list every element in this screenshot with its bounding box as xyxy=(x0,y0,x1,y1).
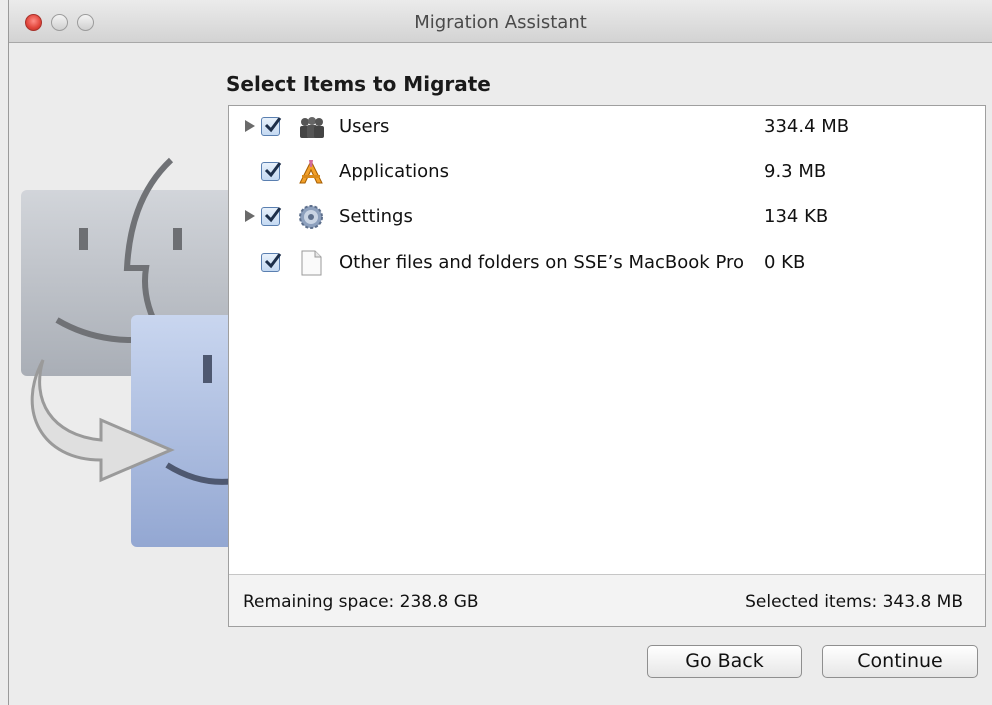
users-checkbox[interactable] xyxy=(261,117,282,136)
document-icon xyxy=(301,250,322,276)
disclosure-triangle-icon[interactable] xyxy=(245,210,255,222)
settings-checkbox[interactable] xyxy=(261,207,282,226)
title-bar[interactable]: Migration Assistant xyxy=(9,0,992,43)
list-item-users[interactable]: Users 334.4 MB xyxy=(229,108,985,148)
item-label: Other files and folders on SSE’s MacBook… xyxy=(339,252,744,273)
item-size: 0 KB xyxy=(764,252,806,273)
item-label: Applications xyxy=(339,161,449,182)
item-size: 334.4 MB xyxy=(764,116,850,137)
settings-gear-icon xyxy=(299,205,323,229)
disclosure-triangle-icon[interactable] xyxy=(245,120,255,132)
selected-items-text: Selected items: 343.8 MB xyxy=(745,592,963,612)
space-summary-bar: Remaining space: 238.8 GB Selected items… xyxy=(229,574,985,626)
list-item-settings[interactable]: Settings 134 KB xyxy=(229,198,985,238)
remaining-space-text: Remaining space: 238.8 GB xyxy=(243,592,479,612)
users-icon xyxy=(300,117,324,138)
list-item-applications[interactable]: Applications 9.3 MB xyxy=(229,153,985,193)
list-item-other-files[interactable]: Other files and folders on SSE’s MacBook… xyxy=(229,244,985,284)
applications-icon xyxy=(299,159,323,184)
migration-items-list[interactable]: Users 334.4 MB Applications 9.3 MB Setti… xyxy=(228,105,986,627)
applications-checkbox[interactable] xyxy=(261,162,282,181)
item-label: Users xyxy=(339,116,390,137)
item-size: 9.3 MB xyxy=(764,161,827,182)
item-label: Settings xyxy=(339,206,413,227)
window-title: Migration Assistant xyxy=(414,12,587,33)
migration-assistant-window: Migration Assistant Select Items to Migr… xyxy=(8,0,992,705)
page-heading: Select Items to Migrate xyxy=(226,72,491,96)
other-files-checkbox[interactable] xyxy=(261,253,282,272)
continue-button[interactable]: Continue xyxy=(822,645,978,678)
go-back-button[interactable]: Go Back xyxy=(647,645,802,678)
item-size: 134 KB xyxy=(764,206,829,227)
finder-migration-illustration-icon xyxy=(21,157,241,547)
